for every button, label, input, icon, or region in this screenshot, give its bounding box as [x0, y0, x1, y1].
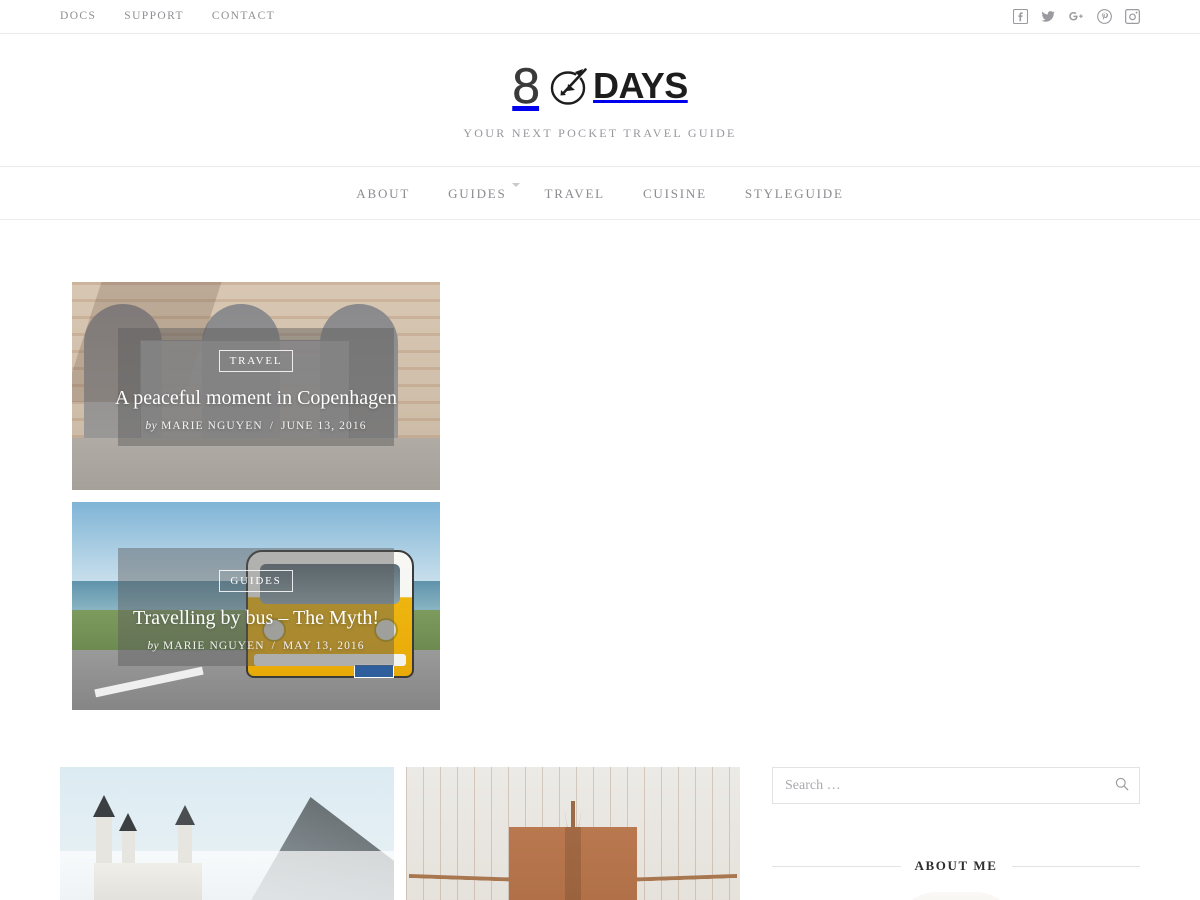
featured-post-bus[interactable]: GUIDES Travelling by bus – The Myth! by …	[72, 502, 440, 710]
nav-item-guides[interactable]: GUIDES	[429, 182, 525, 200]
top-navigation: DOCS SUPPORT CONTACT	[60, 10, 275, 23]
featured-copenhagen-meta: by MARIE NGUYEN / JUNE 13, 2016	[72, 420, 440, 432]
featured-copenhagen-by: by	[145, 420, 158, 432]
post-thumbnail-bridge[interactable]	[406, 767, 740, 900]
top-nav-item-docs[interactable]: DOCS	[60, 10, 96, 23]
logo-days: DAYS	[593, 65, 688, 106]
logo-eight: 8	[512, 58, 540, 114]
featured-copenhagen-author[interactable]: MARIE NGUYEN	[161, 420, 263, 432]
featured-copenhagen-category[interactable]: TRAVEL	[218, 350, 294, 372]
divider-left	[772, 865, 901, 867]
nav-link-about[interactable]: ABOUT	[337, 187, 429, 200]
featured-posts-grid: TRAVEL The complete guide for travelers …	[60, 282, 1140, 710]
featured-bus-author[interactable]: MARIE NGUYEN	[163, 640, 265, 652]
featured-bus-by: by	[147, 640, 160, 652]
site-brand: 8 DAYS YOUR NEXT POCKET TRAVEL GUIDE	[0, 34, 1200, 167]
featured-copenhagen-separator: /	[269, 420, 275, 432]
pinterest-icon[interactable]	[1096, 9, 1112, 25]
about-me-title-text: ABOUT ME	[914, 858, 998, 873]
search-submit-button[interactable]	[1105, 768, 1139, 803]
search-input[interactable]	[773, 768, 1105, 803]
nav-link-styleguide[interactable]: STYLEGUIDE	[726, 187, 863, 200]
search-form	[772, 767, 1140, 804]
about-me-avatar	[896, 892, 1016, 900]
nav-link-guides[interactable]: GUIDES	[429, 187, 525, 200]
featured-bus-title: Travelling by bus – The Myth!	[132, 607, 380, 629]
logo-zero-with-plane-icon	[542, 60, 594, 112]
nav-link-cuisine[interactable]: CUISINE	[624, 187, 726, 200]
main-navigation: ABOUT GUIDES TRAVEL CUISINE STYLEGUIDE	[0, 167, 1200, 220]
divider-right	[1011, 865, 1140, 867]
lower-section: ABOUT ME	[60, 767, 1140, 900]
featured-side-column: TRAVEL A peaceful moment in Copenhagen b…	[72, 282, 440, 710]
facebook-icon[interactable]	[1012, 9, 1028, 25]
nav-item-about[interactable]: ABOUT	[337, 187, 429, 200]
nav-item-styleguide[interactable]: STYLEGUIDE	[726, 187, 863, 200]
top-nav-item-contact[interactable]: CONTACT	[212, 10, 275, 23]
about-me-widget-title: ABOUT ME	[772, 858, 1140, 874]
post-list	[60, 767, 760, 900]
nav-item-travel[interactable]: TRAVEL	[526, 187, 624, 200]
google-plus-icon[interactable]	[1068, 9, 1084, 25]
featured-copenhagen-date: JUNE 13, 2016	[281, 420, 367, 432]
chevron-down-icon[interactable]	[511, 182, 520, 187]
featured-bus-meta: by MARIE NGUYEN / MAY 13, 2016	[72, 640, 440, 652]
search-icon	[1115, 777, 1129, 794]
featured-bus-date: MAY 13, 2016	[282, 640, 365, 652]
top-nav-item-support[interactable]: SUPPORT	[124, 10, 184, 23]
twitter-icon[interactable]	[1040, 9, 1056, 25]
instagram-icon[interactable]	[1124, 9, 1140, 25]
top-bar: DOCS SUPPORT CONTACT	[0, 0, 1200, 34]
sidebar: ABOUT ME	[772, 767, 1140, 900]
brooklyn-bridge-photo	[406, 767, 740, 900]
site-tagline: YOUR NEXT POCKET TRAVEL GUIDE	[463, 126, 737, 140]
featured-bus-category[interactable]: GUIDES	[219, 570, 293, 592]
featured-post-copenhagen[interactable]: TRAVEL A peaceful moment in Copenhagen b…	[72, 282, 440, 490]
social-links	[1012, 9, 1140, 25]
nav-link-travel[interactable]: TRAVEL	[526, 187, 624, 200]
snowy-castle-photo	[60, 767, 394, 900]
featured-copenhagen-title: A peaceful moment in Copenhagen	[114, 387, 398, 409]
featured-bus-separator: /	[271, 640, 276, 652]
post-thumbnail-castle[interactable]	[60, 767, 394, 900]
nav-item-cuisine[interactable]: CUISINE	[624, 187, 726, 200]
site-logo[interactable]: 8 DAYS	[512, 59, 688, 113]
